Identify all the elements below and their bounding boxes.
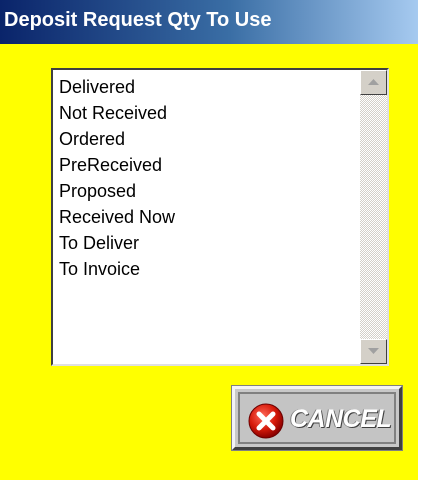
title-bar[interactable]: Deposit Request Qty To Use bbox=[0, 0, 418, 44]
list-item-proposed[interactable]: Proposed bbox=[59, 178, 175, 204]
list-item-ordered[interactable]: Ordered bbox=[59, 126, 175, 152]
list-item-delivered[interactable]: Delivered bbox=[59, 74, 175, 100]
cancel-button-label: CANCEL bbox=[290, 405, 392, 433]
arrow-down-icon bbox=[368, 348, 379, 354]
cancel-button-face: CANCEL bbox=[238, 392, 396, 444]
qty-status-listbox[interactable]: Delivered Not Received Ordered PreReceiv… bbox=[51, 68, 389, 366]
list-item-prereceived[interactable]: PreReceived bbox=[59, 152, 175, 178]
cancel-button[interactable]: CANCEL bbox=[231, 385, 403, 451]
window-title: Deposit Request Qty To Use bbox=[4, 9, 272, 31]
deposit-request-dialog: Deposit Request Qty To Use Delivered Not… bbox=[0, 0, 418, 480]
list-item-received-now[interactable]: Received Now bbox=[59, 204, 175, 230]
scroll-down-button[interactable] bbox=[360, 339, 387, 364]
vertical-scrollbar[interactable] bbox=[360, 70, 387, 364]
x-circle-icon bbox=[248, 403, 284, 439]
list-item-not-received[interactable]: Not Received bbox=[59, 100, 175, 126]
arrow-up-icon bbox=[368, 79, 379, 85]
list-item-to-deliver[interactable]: To Deliver bbox=[59, 230, 175, 256]
scroll-up-button[interactable] bbox=[360, 70, 387, 95]
list-items: Delivered Not Received Ordered PreReceiv… bbox=[59, 74, 175, 282]
list-item-to-invoice[interactable]: To Invoice bbox=[59, 256, 175, 282]
